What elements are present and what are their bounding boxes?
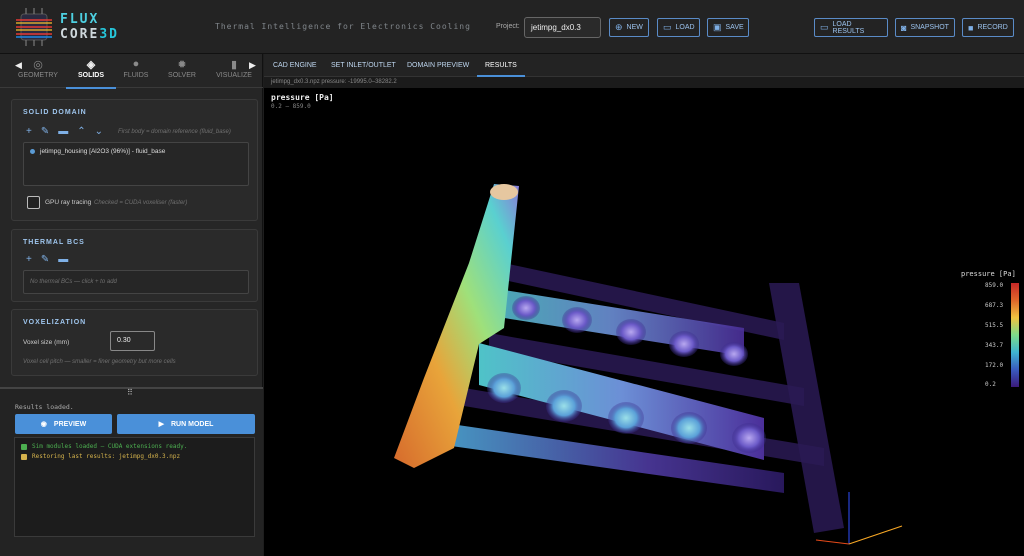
solid-domain-hint: First body = domain reference (fluid_bas… (118, 129, 231, 135)
tab-solver[interactable]: ✹ SOLVER (157, 58, 207, 79)
edit-icon[interactable]: ✎ (41, 254, 49, 265)
delete-icon[interactable]: ▬ (58, 126, 68, 137)
voxel-size-input[interactable]: 0.30 (110, 331, 155, 351)
resize-handle-icon[interactable]: ⠿ (127, 388, 133, 397)
bullet-icon (30, 149, 35, 154)
check-icon (21, 443, 27, 450)
file-info: jetimpg_dx0.3.npz pressure: -19995.0–382… (264, 77, 1024, 88)
section-title: SOLID DOMAIN (23, 109, 87, 116)
thermal-bc-list[interactable]: No thermal BCs — click + to add (23, 270, 249, 294)
tagline: Thermal Intelligence for Electronics Coo… (215, 22, 471, 31)
play-icon: ▶ (158, 421, 164, 428)
tab-geometry[interactable]: ◎ GEOMETRY (13, 58, 63, 79)
delete-icon[interactable]: ▬ (58, 254, 68, 265)
colorbar-tick: 859.0 (985, 282, 1004, 289)
tabs-scroll-right-icon[interactable]: ▶ (249, 60, 256, 71)
add-icon[interactable]: + (26, 126, 32, 137)
plus-circle-icon: ⊕ (615, 22, 623, 32)
tab-fluids[interactable]: ● FLUIDS (111, 58, 161, 79)
edit-icon[interactable]: ✎ (41, 126, 49, 137)
tab-domain-preview[interactable]: DOMAIN PREVIEW (407, 62, 469, 69)
gpu-hint: Checked = CUDA voxeliser (faster) (94, 200, 188, 206)
new-button[interactable]: ⊕ NEW (609, 18, 649, 37)
load-results-button[interactable]: ▭ LOAD RESULTS (814, 18, 888, 37)
colorbar-title: pressure [Pa] (961, 270, 1016, 278)
colorbar-tick: 687.3 (985, 302, 1004, 309)
save-button[interactable]: ▣ SAVE (707, 18, 749, 37)
main-view: CAD ENGINE SET INLET/OUTLET DOMAIN PREVI… (264, 54, 1024, 556)
run-model-button[interactable]: ▶ RUN MODEL (117, 414, 255, 434)
tab-results[interactable]: RESULTS (477, 62, 525, 77)
colorbar (1011, 283, 1019, 387)
move-down-icon[interactable]: ⌄ (95, 126, 103, 137)
geometry-icon: ◎ (33, 59, 43, 71)
view-tab-bar: CAD ENGINE SET INLET/OUTLET DOMAIN PREVI… (264, 54, 1024, 77)
voxel-hint: Voxel cell pitch — smaller = finer geome… (23, 359, 176, 365)
colorbar-tick: 515.5 (985, 322, 1004, 329)
list-item[interactable]: jetimpg_housing [Al2O3 (96%)] - fluid_ba… (30, 148, 165, 155)
left-tab-bar: ◀ ◎ GEOMETRY ◈ SOLIDS ● FLUIDS ✹ SOLVER ▮ VIS… (0, 54, 263, 89)
tab-cad-engine[interactable]: CAD ENGINE (273, 62, 317, 69)
droplet-icon: ● (132, 58, 140, 70)
run-panel: ⠿ Results loaded. ◉ PREVIEW ▶ RUN MODEL Si… (0, 387, 263, 556)
pressure-render (394, 184, 903, 545)
snapshot-button[interactable]: ◙ SNAPSHOT (895, 18, 955, 37)
move-up-icon[interactable]: ⌃ (77, 126, 85, 137)
voxel-size-label: Voxel size (mm) (23, 339, 70, 346)
voxelization-section: VOXELIZATION Voxel size (mm) 0.30 Voxel … (11, 309, 258, 376)
gpu-ray-tracing-checkbox[interactable] (27, 196, 40, 209)
record-button[interactable]: ■ RECORD (962, 18, 1014, 37)
project-name-input[interactable]: jetimpg_dx0.3 (524, 17, 601, 38)
status-text: Results loaded. (15, 403, 74, 411)
thermal-bcs-toolbar: + ✎ ▬ (26, 254, 68, 265)
eye-icon: ◉ (40, 421, 47, 428)
solid-body-list[interactable]: jetimpg_housing [Al2O3 (96%)] - fluid_ba… (23, 142, 249, 186)
3d-viewport[interactable]: pressure [Pa] 0.2 – 859.0 pressure [Pa] … (264, 88, 1024, 556)
colorbar-tick: 0.2 (985, 381, 996, 388)
preview-button[interactable]: ◉ PREVIEW (15, 414, 112, 434)
video-icon: ■ (968, 22, 974, 33)
project-label: Project: (496, 23, 520, 30)
folder-icon: ▭ (663, 22, 672, 32)
camera-icon: ◙ (901, 22, 907, 33)
left-panel: ◀ ◎ GEOMETRY ◈ SOLIDS ● FLUIDS ✹ SOLVER ▮ VIS… (0, 54, 263, 556)
console-line: Restoring last results: jetimpg_dx0.3.np… (21, 453, 180, 460)
gear-icon: ✹ (177, 59, 187, 71)
logo-icon (16, 8, 52, 46)
solid-domain-section: SOLID DOMAIN + ✎ ▬ ⌃ ⌄ First body = doma… (11, 99, 258, 221)
section-title: VOXELIZATION (23, 319, 87, 326)
gpu-ray-tracing-label: GPU ray tracing (45, 199, 92, 206)
layers-icon: ◈ (86, 59, 96, 71)
section-title: THERMAL BCS (23, 239, 85, 246)
folder-icon (21, 453, 27, 460)
load-button[interactable]: ▭ LOAD (657, 18, 700, 37)
tab-solids[interactable]: ◈ SOLIDS (66, 58, 116, 89)
console-line: Sim modules loaded — CUDA extensions rea… (21, 443, 187, 450)
colorbar-tick: 172.0 (985, 362, 1004, 369)
brand-name: FLUX CORE3D (60, 12, 119, 42)
colorbar-tick: 343.7 (985, 342, 1004, 349)
save-icon: ▣ (713, 22, 722, 32)
folder-icon: ▭ (820, 22, 829, 32)
solid-domain-toolbar: + ✎ ▬ ⌃ ⌄ (26, 126, 103, 137)
top-bar: FLUX CORE3D Thermal Intelligence for Ele… (0, 0, 1024, 54)
empty-list-text: No thermal BCs — click + to add (30, 279, 117, 285)
tab-set-inlet-outlet[interactable]: SET INLET/OUTLET (331, 62, 396, 69)
thermal-bcs-section: THERMAL BCS + ✎ ▬ No thermal BCs — click… (11, 229, 258, 302)
console-log: Sim modules loaded — CUDA extensions rea… (14, 437, 255, 537)
add-icon[interactable]: + (26, 254, 32, 265)
